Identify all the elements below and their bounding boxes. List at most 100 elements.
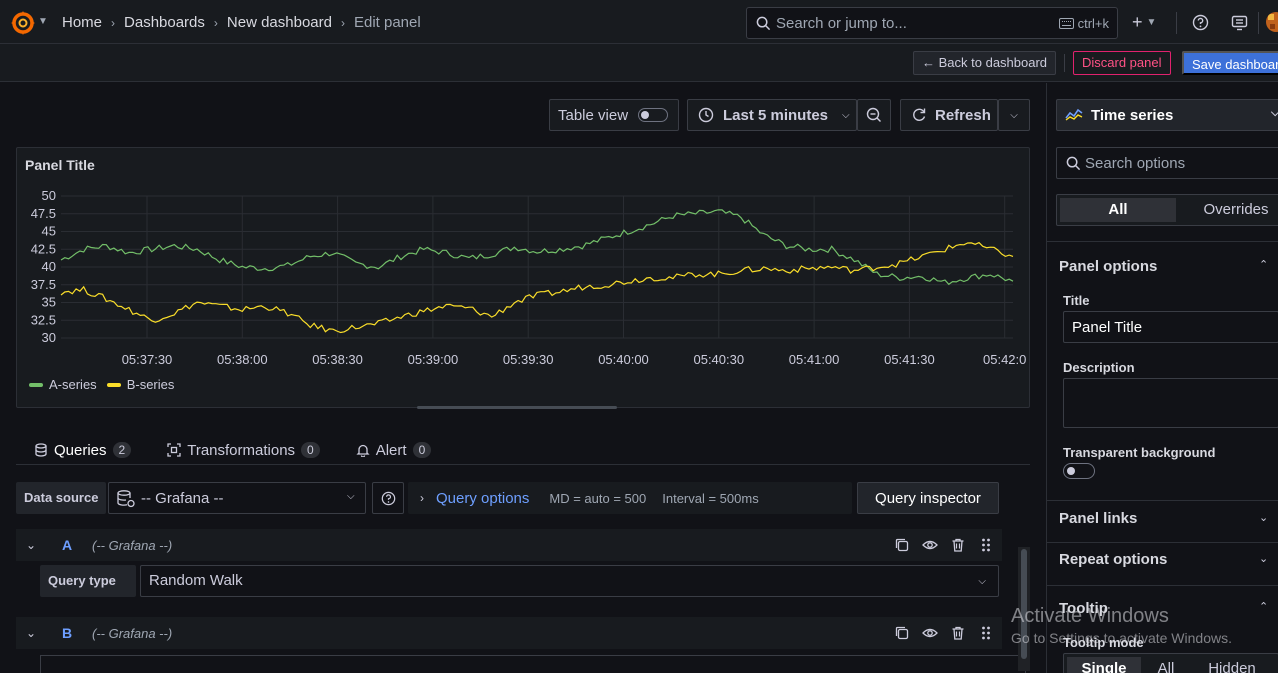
y-tick-label: 47.5: [31, 206, 56, 221]
datasource-help-button[interactable]: [372, 482, 404, 514]
panel-preview[interactable]: Panel Title 50 47.5 45 42.5 40 37.5 35 32.5 30 05…: [16, 147, 1030, 409]
time-range-picker[interactable]: Last 5 minutes ⌵: [687, 99, 857, 131]
datasource-row: Data source -- Grafana -- ⌵ › Query opti…: [16, 482, 999, 514]
keyboard-icon: [1058, 18, 1074, 29]
repeat-options-header[interactable]: Repeat options: [1059, 551, 1167, 568]
breadcrumb-new-dashboard[interactable]: New dashboard: [227, 14, 332, 31]
collapse-chevron-icon[interactable]: ⌄: [26, 626, 46, 640]
eye-icon[interactable]: [922, 625, 938, 641]
breadcrumb-dashboards[interactable]: Dashboards: [124, 14, 205, 31]
query-options-md: MD = auto = 500: [549, 490, 647, 506]
breadcrumb-separator-icon: ›: [111, 15, 116, 30]
transparent-bg-label: Transparent background: [1063, 445, 1216, 460]
query-row-header-b[interactable]: ⌄ B (-- Grafana --): [16, 617, 1002, 649]
query-source-a: (-- Grafana --): [92, 537, 173, 553]
chevron-down-icon: ⌵: [1271, 107, 1278, 119]
trash-icon[interactable]: [950, 625, 966, 641]
chevron-down-icon[interactable]: ⌄: [1259, 511, 1268, 524]
panel-links-section: Panel links ⌄: [1047, 500, 1278, 527]
panel-resize-handle[interactable]: [417, 406, 617, 409]
discard-panel-button[interactable]: Discard panel: [1073, 51, 1171, 75]
eye-icon[interactable]: [922, 537, 938, 553]
chevron-up-icon[interactable]: ⌃: [1259, 600, 1268, 613]
tooltip-mode-hidden[interactable]: Hidden: [1192, 657, 1272, 673]
trash-icon[interactable]: [950, 537, 966, 553]
tab-queries-label: Queries: [54, 441, 107, 459]
query-row-header-a[interactable]: ⌄ A (-- Grafana --): [16, 529, 1002, 561]
legend-label-b: B-series: [126, 377, 175, 392]
query-editor-area: Data source -- Grafana -- ⌵ › Query opti…: [0, 465, 1030, 673]
query-letter-b[interactable]: B: [62, 625, 92, 641]
x-tick-label: 05:42:0: [983, 352, 1026, 367]
panel-edit-action-bar: ← Back to dashboard Discard panel Save d…: [0, 44, 1278, 82]
collapse-chevron-icon[interactable]: ⌄: [26, 538, 46, 552]
help-icon[interactable]: [1192, 14, 1209, 31]
refresh-icon: [913, 108, 926, 121]
tab-transformations[interactable]: Transformations 0: [149, 435, 338, 465]
seg-overrides-button[interactable]: Overrides: [1181, 198, 1278, 222]
global-search-input[interactable]: Search or jump to... ctrl+k: [746, 7, 1118, 39]
panel-options-header[interactable]: Panel options: [1059, 258, 1157, 275]
chart-legend: A-series B-series: [29, 377, 174, 392]
time-series-icon: [1065, 108, 1083, 121]
series-line-b-series: [60, 241, 1014, 334]
query-options-button[interactable]: › Query options MD = auto = 500 Interval…: [408, 482, 852, 514]
table-view-switch[interactable]: [638, 108, 669, 122]
user-avatar[interactable]: [1266, 12, 1278, 32]
seg-all-button[interactable]: All: [1060, 198, 1176, 222]
news-icon[interactable]: [1231, 14, 1248, 31]
chevron-down-icon[interactable]: ⌄: [1259, 552, 1268, 565]
visualization-picker[interactable]: Time series ⌵: [1056, 99, 1278, 131]
question-circle-icon: [381, 491, 395, 505]
description-textarea[interactable]: [1063, 378, 1278, 428]
watermark-line2: Go to Settings to activate Windows.: [1011, 630, 1232, 646]
refresh-button[interactable]: Refresh: [900, 99, 998, 131]
time-series-chart[interactable]: 50 47.5 45 42.5 40 37.5 35 32.5 30 05:37:30 05:38:…: [17, 178, 1029, 370]
visualization-label: Time series: [1091, 106, 1174, 124]
tooltip-mode-all[interactable]: All: [1144, 657, 1188, 673]
breadcrumb-home[interactable]: Home: [62, 14, 102, 31]
plus-icon: +: [1132, 12, 1143, 32]
refresh-label: Refresh: [935, 106, 991, 124]
drag-handle-icon[interactable]: [978, 537, 994, 553]
watermark-line1: Activate Windows: [1011, 605, 1169, 627]
x-tick-label: 05:41:00: [789, 352, 840, 367]
menu-chevron-down-icon[interactable]: ▼: [38, 16, 48, 27]
duplicate-icon[interactable]: [894, 625, 910, 641]
refresh-interval-dropdown[interactable]: ⌵: [998, 99, 1030, 131]
legend-item-a-series[interactable]: A-series: [29, 377, 97, 392]
query-inspector-button[interactable]: Query inspector: [857, 482, 999, 514]
search-shortcut: ctrl+k: [1058, 16, 1109, 31]
repeat-options-section: Repeat options ⌄: [1047, 542, 1278, 568]
tooltip-mode-segment: Single All Hidden: [1063, 653, 1278, 673]
new-menu-button[interactable]: + ▼: [1132, 12, 1156, 33]
chevron-up-icon[interactable]: ⌃: [1259, 258, 1268, 271]
drag-handle-icon[interactable]: [978, 625, 994, 641]
transparent-bg-switch[interactable]: [1063, 463, 1095, 479]
tab-alert[interactable]: Alert 0: [338, 435, 450, 465]
duplicate-icon[interactable]: [894, 537, 910, 553]
database-icon: [35, 443, 47, 457]
y-tick-label: 32.5: [31, 312, 56, 327]
back-to-dashboard-button[interactable]: ← Back to dashboard: [913, 51, 1057, 75]
tooltip-mode-single[interactable]: Single: [1067, 657, 1141, 673]
clock-icon: [698, 107, 714, 123]
query-type-select[interactable]: Random Walk ⌵: [140, 565, 999, 597]
query-b-content-partial: [40, 655, 1026, 673]
panel-links-header[interactable]: Panel links: [1059, 510, 1137, 527]
breadcrumb-separator-icon: ›: [213, 15, 218, 30]
panel-title-input[interactable]: Panel Title: [1063, 311, 1278, 343]
zoom-out-button[interactable]: [857, 99, 891, 131]
datasource-picker[interactable]: -- Grafana -- ⌵: [108, 482, 366, 514]
tab-queries[interactable]: Queries 2: [16, 435, 150, 467]
legend-item-b-series[interactable]: B-series: [106, 377, 175, 392]
query-source-b: (-- Grafana --): [92, 625, 173, 641]
tab-transformations-label: Transformations: [187, 441, 296, 459]
x-tick-label: 05:41:30: [884, 352, 935, 367]
search-options-input[interactable]: Search options: [1056, 147, 1278, 179]
grafana-logo-icon[interactable]: [10, 10, 36, 36]
table-view-toggle[interactable]: Table view: [549, 99, 679, 131]
save-dashboard-button[interactable]: Save dashboard: [1182, 51, 1278, 75]
title-field-label: Title: [1063, 293, 1090, 308]
query-letter-a[interactable]: A: [62, 537, 92, 553]
